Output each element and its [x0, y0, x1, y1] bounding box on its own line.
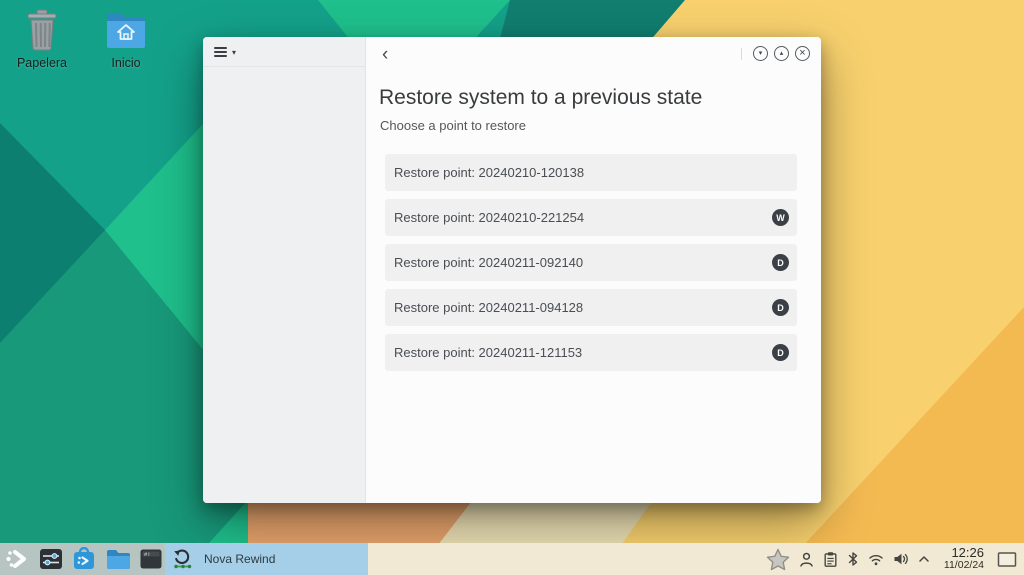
sidebar-header: ▾ — [203, 37, 365, 67]
maximize-button[interactable]: ▴ — [774, 46, 789, 61]
star-icon — [765, 547, 791, 572]
restore-point-item[interactable]: Restore point: 20240211-121153 D — [385, 334, 797, 371]
restore-point-label: Restore point: 20240211-121153 — [394, 345, 582, 360]
minimize-icon: ▾ — [759, 50, 763, 57]
restore-point-label: Restore point: 20240211-094128 — [394, 300, 583, 315]
close-icon: × — [799, 48, 805, 59]
maximize-icon: ▴ — [780, 50, 784, 57]
restore-point-item[interactable]: Restore point: 20240210-221254 W — [385, 199, 797, 236]
minimize-button[interactable]: ▾ — [753, 46, 768, 61]
taskbar: #! Nova Rewind — [0, 543, 1024, 575]
restore-point-list: Restore point: 20240210-120138 Restore p… — [385, 154, 797, 379]
user-icon — [798, 551, 815, 568]
rewind-restore-icon — [172, 548, 194, 570]
restore-point-item[interactable]: Restore point: 20240210-120138 — [385, 154, 797, 191]
app-window: ▾ ‹ ▾ ▴ × Restore system to a previous s… — [203, 37, 821, 503]
trash-icon — [10, 8, 74, 52]
task-label: Nova Rewind — [204, 552, 275, 566]
bluetooth-icon — [846, 551, 860, 567]
clock-date: 11/02/24 — [944, 560, 984, 572]
back-button[interactable]: ‹ — [378, 43, 392, 66]
taskbar-task-nova-rewind[interactable]: Nova Rewind — [165, 543, 368, 575]
clock-widget[interactable]: 12:26 11/02/24 — [944, 546, 984, 572]
window-controls: ▾ ▴ × — [741, 46, 810, 61]
volume-icon — [892, 551, 910, 567]
volume-tray-button[interactable] — [892, 551, 910, 567]
page-title: Restore system to a previous state — [379, 86, 702, 110]
expand-tray-button[interactable] — [917, 552, 931, 566]
taskbar-tray-area: 12:26 11/02/24 — [368, 543, 1024, 575]
restore-point-label: Restore point: 20240210-120138 — [394, 165, 584, 180]
user-tray-button[interactable] — [798, 551, 815, 568]
terminal-icon: #! — [139, 547, 163, 571]
clipboard-tray-button[interactable] — [822, 551, 839, 568]
restore-point-badge: D — [772, 254, 789, 271]
restore-point-label: Restore point: 20240211-092140 — [394, 255, 583, 270]
file-manager-button[interactable] — [105, 547, 130, 571]
restore-point-badge: W — [772, 209, 789, 226]
window-content: ‹ ▾ ▴ × Restore system to a previous sta… — [366, 37, 821, 503]
controls-separator — [741, 48, 742, 60]
restore-point-badge: D — [772, 344, 789, 361]
restore-point-label: Restore point: 20240210-221254 — [394, 210, 584, 225]
desktop-icon-home[interactable]: Inicio — [94, 8, 158, 70]
wifi-tray-button[interactable] — [867, 551, 885, 567]
show-desktop-button[interactable] — [997, 551, 1017, 568]
show-desktop-icon — [997, 551, 1017, 568]
wifi-icon — [867, 551, 885, 567]
hamburger-menu-button[interactable] — [214, 47, 227, 57]
chevron-down-icon: ▾ — [232, 49, 236, 57]
page-subtitle: Choose a point to restore — [380, 118, 526, 133]
app-launcher-button[interactable] — [4, 547, 30, 571]
restore-point-badge: D — [772, 299, 789, 316]
desktop-icon-trash[interactable]: Papelera — [10, 8, 74, 70]
star-widget-button[interactable] — [765, 547, 791, 572]
close-button[interactable]: × — [795, 46, 810, 61]
svg-text:#!: #! — [144, 551, 151, 558]
toolbox-app-button[interactable] — [72, 547, 96, 571]
clock-time: 12:26 — [944, 546, 984, 560]
file-manager-icon — [105, 547, 130, 571]
terminal-button[interactable]: #! — [139, 547, 163, 571]
bluetooth-tray-button[interactable] — [846, 551, 860, 567]
desktop: Papelera Inicio ▾ ‹ ▾ ▴ × — [0, 0, 1024, 575]
system-settings-icon — [39, 547, 63, 571]
system-settings-button[interactable] — [39, 547, 63, 571]
window-sidebar: ▾ — [203, 37, 366, 503]
desktop-icon-label: Papelera — [10, 56, 74, 70]
home-folder-icon — [94, 8, 158, 52]
taskbar-launcher-area: #! — [0, 543, 165, 575]
desktop-icon-label: Inicio — [94, 56, 158, 70]
toolbox-app-icon — [72, 547, 96, 571]
app-launcher-icon — [4, 547, 30, 571]
chevron-up-icon — [917, 552, 931, 566]
clipboard-icon — [822, 551, 839, 568]
restore-point-item[interactable]: Restore point: 20240211-092140 D — [385, 244, 797, 281]
restore-point-item[interactable]: Restore point: 20240211-094128 D — [385, 289, 797, 326]
